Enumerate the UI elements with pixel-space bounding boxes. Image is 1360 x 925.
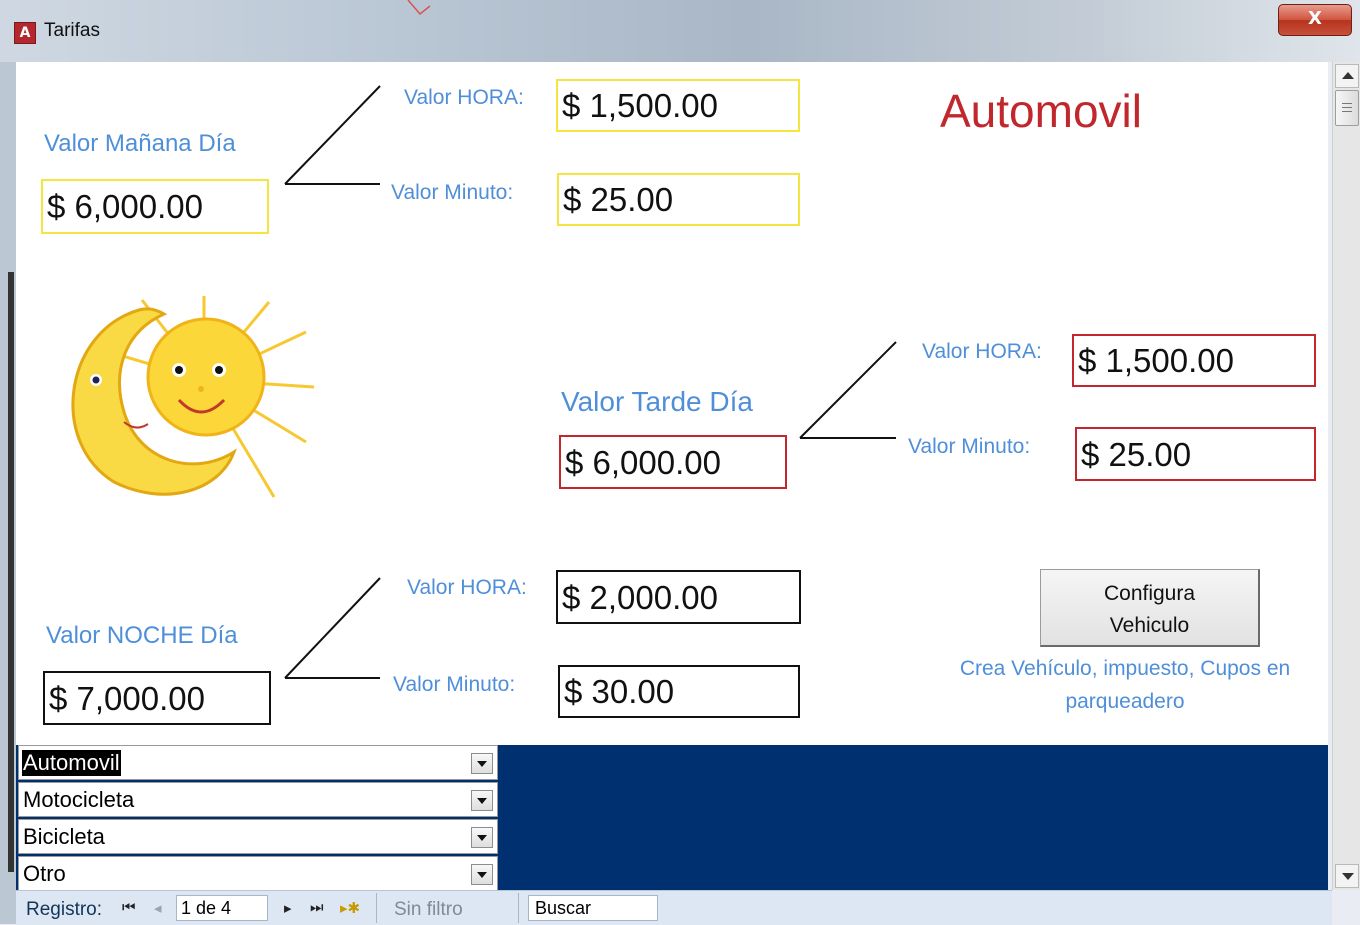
current-record-field[interactable]: 1 de 4	[176, 895, 268, 921]
chevron-down-icon[interactable]	[471, 864, 493, 885]
scroll-thumb[interactable]	[1335, 90, 1359, 126]
scroll-down-arrow-icon[interactable]	[1335, 864, 1359, 888]
vehicle-combo-text: Automovil	[22, 750, 121, 776]
configure-button-line1: Configura	[1103, 582, 1196, 605]
morning-label: Valor Mañana Día	[44, 130, 236, 157]
record-navigation-bar: Registro: ⏮ ◂ 1 de 4 ▸ ⏭ ▸✱ Sin filtro B…	[16, 890, 1332, 925]
configure-description: Crea Vehículo, impuesto, Cupos en parque…	[959, 657, 1291, 713]
record-label: Registro:	[26, 899, 103, 920]
next-record-icon[interactable]: ▸	[284, 899, 292, 917]
last-record-icon[interactable]: ⏭	[310, 899, 324, 916]
night-value-field[interactable]: $ 7,000.00	[43, 671, 271, 725]
night-minute-field[interactable]: $ 30.00	[558, 665, 800, 718]
chevron-down-icon[interactable]	[471, 790, 493, 811]
chevron-down-icon[interactable]	[471, 753, 493, 774]
new-record-icon[interactable]: ▸✱	[340, 899, 360, 917]
morning-minute-field[interactable]: $ 25.00	[557, 173, 800, 226]
morning-hour-label: Valor HORA:	[404, 86, 524, 109]
scroll-up-arrow-icon[interactable]	[1335, 64, 1359, 88]
vehicle-combo-4[interactable]: Otro	[18, 856, 498, 891]
night-label: Valor NOCHE Día	[46, 622, 238, 649]
afternoon-minute-field[interactable]: $ 25.00	[1075, 427, 1316, 481]
no-filter-button[interactable]: Sin filtro	[394, 899, 463, 921]
afternoon-hour-field[interactable]: $ 1,500.00	[1072, 334, 1316, 387]
night-hour-label: Valor HORA:	[407, 576, 527, 599]
vehicle-combo-2[interactable]: Motocicleta	[18, 782, 498, 817]
first-record-icon[interactable]: ⏮	[122, 899, 136, 916]
morning-value-field[interactable]: $ 6,000.00	[41, 179, 269, 234]
vehicle-heading: Automovil	[940, 85, 1142, 137]
vehicle-combo-text: Otro	[23, 861, 66, 886]
previous-record-icon[interactable]: ◂	[154, 899, 162, 917]
vertical-scrollbar[interactable]	[1332, 62, 1360, 890]
night-hour-field[interactable]: $ 2,000.00	[556, 570, 801, 624]
morning-hour-field[interactable]: $ 1,500.00	[556, 79, 800, 132]
sun-moon-illustration	[71, 296, 315, 498]
vehicle-combo-text: Bicicleta	[23, 824, 105, 849]
morning-minute-label: Valor Minuto:	[391, 181, 514, 204]
afternoon-label: Valor Tarde Día	[561, 386, 753, 417]
night-minute-label: Valor Minuto:	[393, 673, 516, 696]
vehicle-combo-1[interactable]: Automovil	[18, 745, 498, 780]
vehicle-combo-text: Motocicleta	[23, 787, 135, 812]
chevron-down-icon[interactable]	[471, 827, 493, 848]
afternoon-hour-label: Valor HORA:	[922, 340, 1042, 363]
afternoon-minute-label: Valor Minuto:	[908, 435, 1031, 458]
vehicle-combo-3[interactable]: Bicicleta	[18, 819, 498, 854]
afternoon-value-field[interactable]: $ 6,000.00	[559, 435, 787, 489]
configure-vehicle-button[interactable]: Configura Vehiculo	[1040, 569, 1260, 647]
search-input[interactable]: Buscar	[528, 895, 658, 921]
configure-button-line2: Vehiculo	[1109, 614, 1190, 637]
